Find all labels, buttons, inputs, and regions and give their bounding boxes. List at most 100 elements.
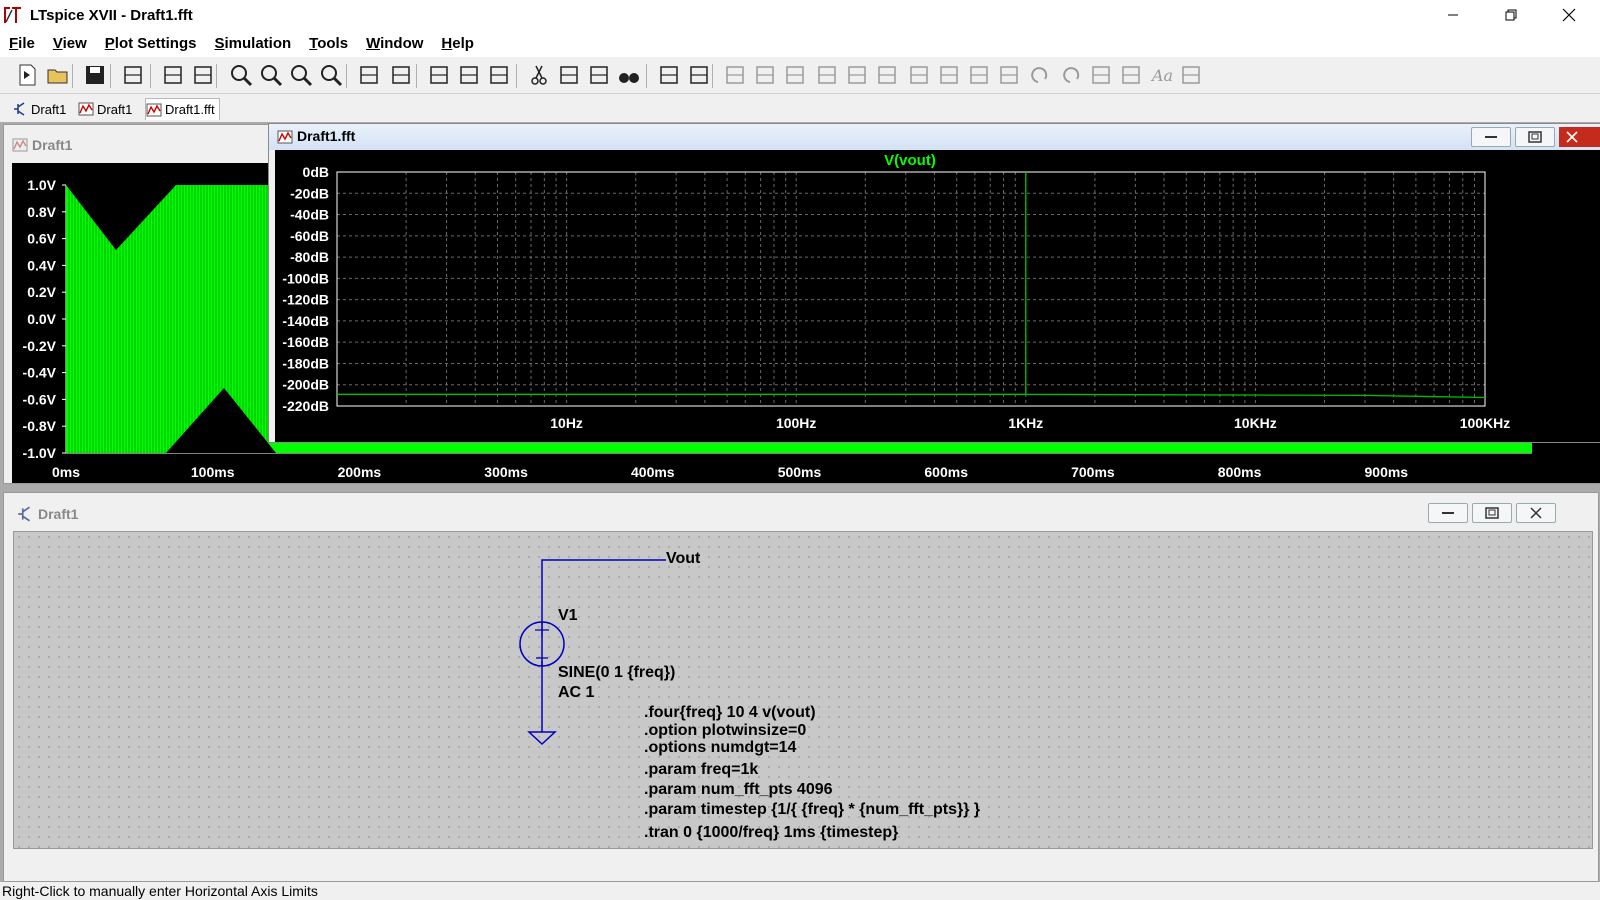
fft-maximize-button[interactable]: [1515, 127, 1555, 147]
ground-symbol[interactable]: [527, 731, 557, 746]
wire-button[interactable]: [722, 62, 748, 88]
zoom-out-button[interactable]: [288, 62, 314, 88]
minimize-button[interactable]: [1424, 0, 1482, 30]
redo-button[interactable]: [1058, 62, 1084, 88]
x-tick-label: 400ms: [631, 464, 675, 480]
new-schematic-button[interactable]: [14, 62, 40, 88]
spice-directive-button[interactable]: [1178, 62, 1204, 88]
tile-vertical-button[interactable]: [486, 62, 512, 88]
x-tick-label: 300ms: [484, 464, 528, 480]
control-panel-icon: [124, 66, 142, 84]
tab-waveform-draft1[interactable]: Draft1: [78, 98, 132, 120]
fft-minimize-button[interactable]: [1471, 127, 1511, 147]
schematic-minimize-button[interactable]: [1428, 503, 1468, 523]
schematic-window-titlebar[interactable]: Draft1: [4, 493, 1600, 529]
rotate-button[interactable]: [1088, 62, 1114, 88]
spice-directive-param-fft-pts[interactable]: .param num_fft_pts 4096: [644, 781, 833, 799]
copy-button[interactable]: [556, 62, 582, 88]
close-button[interactable]: [1540, 0, 1598, 30]
document-tabs: Draft1 Draft1 Draft1.fft: [0, 97, 1600, 121]
paste-button[interactable]: [586, 62, 612, 88]
new-schematic-icon: [19, 64, 36, 86]
schematic-icon: [18, 506, 30, 522]
mark-button[interactable]: [388, 62, 414, 88]
toolbar-separator: [416, 64, 417, 88]
menu-window[interactable]: Window: [357, 35, 432, 52]
toolbar-separator: [346, 64, 347, 88]
restore-button[interactable]: [1482, 0, 1540, 30]
status-text: Right-Click to manually enter Horizontal…: [2, 883, 318, 899]
spice-directive-option[interactable]: .option plotwinsize=0: [644, 722, 806, 740]
y-tick-label: -100dB: [282, 270, 329, 286]
component-button[interactable]: [936, 62, 962, 88]
wire-icon: [726, 66, 744, 84]
toolbar-separator: [216, 64, 217, 88]
spice-directive-options[interactable]: .options numdgt=14: [644, 739, 796, 757]
x-tick-label: 0ms: [52, 464, 80, 480]
cascade-button[interactable]: [456, 62, 482, 88]
toolbar-separator: [150, 64, 151, 88]
zoom-cancel-button[interactable]: [318, 62, 344, 88]
tab-waveform-draft1-fft[interactable]: Draft1.fft: [145, 98, 220, 120]
spice-directive-param-freq[interactable]: .param freq=1k: [644, 761, 758, 779]
schematic-window-draft1[interactable]: Draft1 Vout V1 SINE(0 1 {freq}) AC 1 .fo…: [3, 492, 1599, 882]
schematic-close-button[interactable]: [1516, 503, 1556, 523]
x-tick-label: 700ms: [1071, 464, 1115, 480]
minimize-icon: [1448, 14, 1458, 16]
text-button[interactable]: Aa: [1148, 62, 1174, 88]
print-icon: [660, 66, 678, 84]
fft-plot-pane[interactable]: V(vout) 0dB -20dB -40dB -60dB -80dB -100dB -12…: [275, 150, 1600, 442]
run-button[interactable]: [160, 62, 186, 88]
tab-label: Draft1.fft: [165, 102, 215, 117]
run-icon: [164, 66, 182, 84]
menu-simulation[interactable]: Simulation: [205, 35, 300, 52]
menu-view[interactable]: View: [44, 35, 96, 52]
spice-directive-four[interactable]: .four{freq} 10 4 v(vout): [644, 704, 816, 722]
source-value[interactable]: SINE(0 1 {freq}): [558, 664, 675, 682]
print-button[interactable]: [656, 62, 682, 88]
fft-trace[interactable]: [337, 172, 1486, 399]
drag-button[interactable]: [996, 62, 1022, 88]
inductor-button[interactable]: [874, 62, 900, 88]
ground-button[interactable]: [752, 62, 778, 88]
waveform-icon: [277, 130, 293, 144]
fft-close-button[interactable]: [1559, 127, 1600, 147]
waveform-icon: [78, 102, 94, 116]
tile-horizontal-button[interactable]: [426, 62, 452, 88]
svg-text:Aa: Aa: [1150, 66, 1173, 85]
source-ac[interactable]: AC 1: [558, 684, 594, 702]
move-button[interactable]: [966, 62, 992, 88]
menu-bar: File View Plot Settings Simulation Tools…: [0, 30, 1600, 57]
zoom-in-button[interactable]: [228, 62, 254, 88]
menu-tools[interactable]: Tools: [300, 35, 357, 52]
cut-button[interactable]: [526, 62, 552, 88]
diode-button[interactable]: [906, 62, 932, 88]
fft-window[interactable]: Draft1.fft V(vout) 0dB -20dB -40dB -60dB -80…: [268, 123, 1600, 443]
zoom-full-button[interactable]: [258, 62, 284, 88]
print-preview-button[interactable]: [686, 62, 712, 88]
menu-help[interactable]: Help: [432, 35, 483, 52]
autorange-button[interactable]: [356, 62, 382, 88]
schematic-maximize-button[interactable]: [1472, 503, 1512, 523]
fft-window-titlebar[interactable]: Draft1.fft: [269, 124, 1600, 150]
control-panel-button[interactable]: [120, 62, 146, 88]
spice-directive-icon: [1182, 66, 1200, 84]
schematic-canvas[interactable]: Vout V1 SINE(0 1 {freq}) AC 1 .four{freq…: [13, 531, 1593, 849]
capacitor-button[interactable]: [844, 62, 870, 88]
tile-vertical-icon: [490, 66, 508, 84]
spice-directive-tran[interactable]: .tran 0 {1000/freq} 1ms {timestep}: [644, 824, 898, 842]
source-name[interactable]: V1: [558, 607, 578, 625]
menu-file[interactable]: File: [0, 35, 44, 52]
tab-schematic-draft1[interactable]: Draft1: [12, 98, 66, 120]
spice-directive-param-timestep[interactable]: .param timestep {1/{ {freq} * {num_fft_p…: [644, 801, 980, 819]
label-button[interactable]: [782, 62, 808, 88]
resistor-button[interactable]: [814, 62, 840, 88]
undo-button[interactable]: [1026, 62, 1052, 88]
mirror-button[interactable]: [1118, 62, 1144, 88]
halt-button[interactable]: [190, 62, 216, 88]
find-button[interactable]: [616, 62, 642, 88]
menu-plot-settings[interactable]: Plot Settings: [96, 35, 206, 52]
save-button[interactable]: [82, 62, 108, 88]
net-label-vout[interactable]: Vout: [666, 550, 700, 568]
open-button[interactable]: [45, 62, 71, 88]
